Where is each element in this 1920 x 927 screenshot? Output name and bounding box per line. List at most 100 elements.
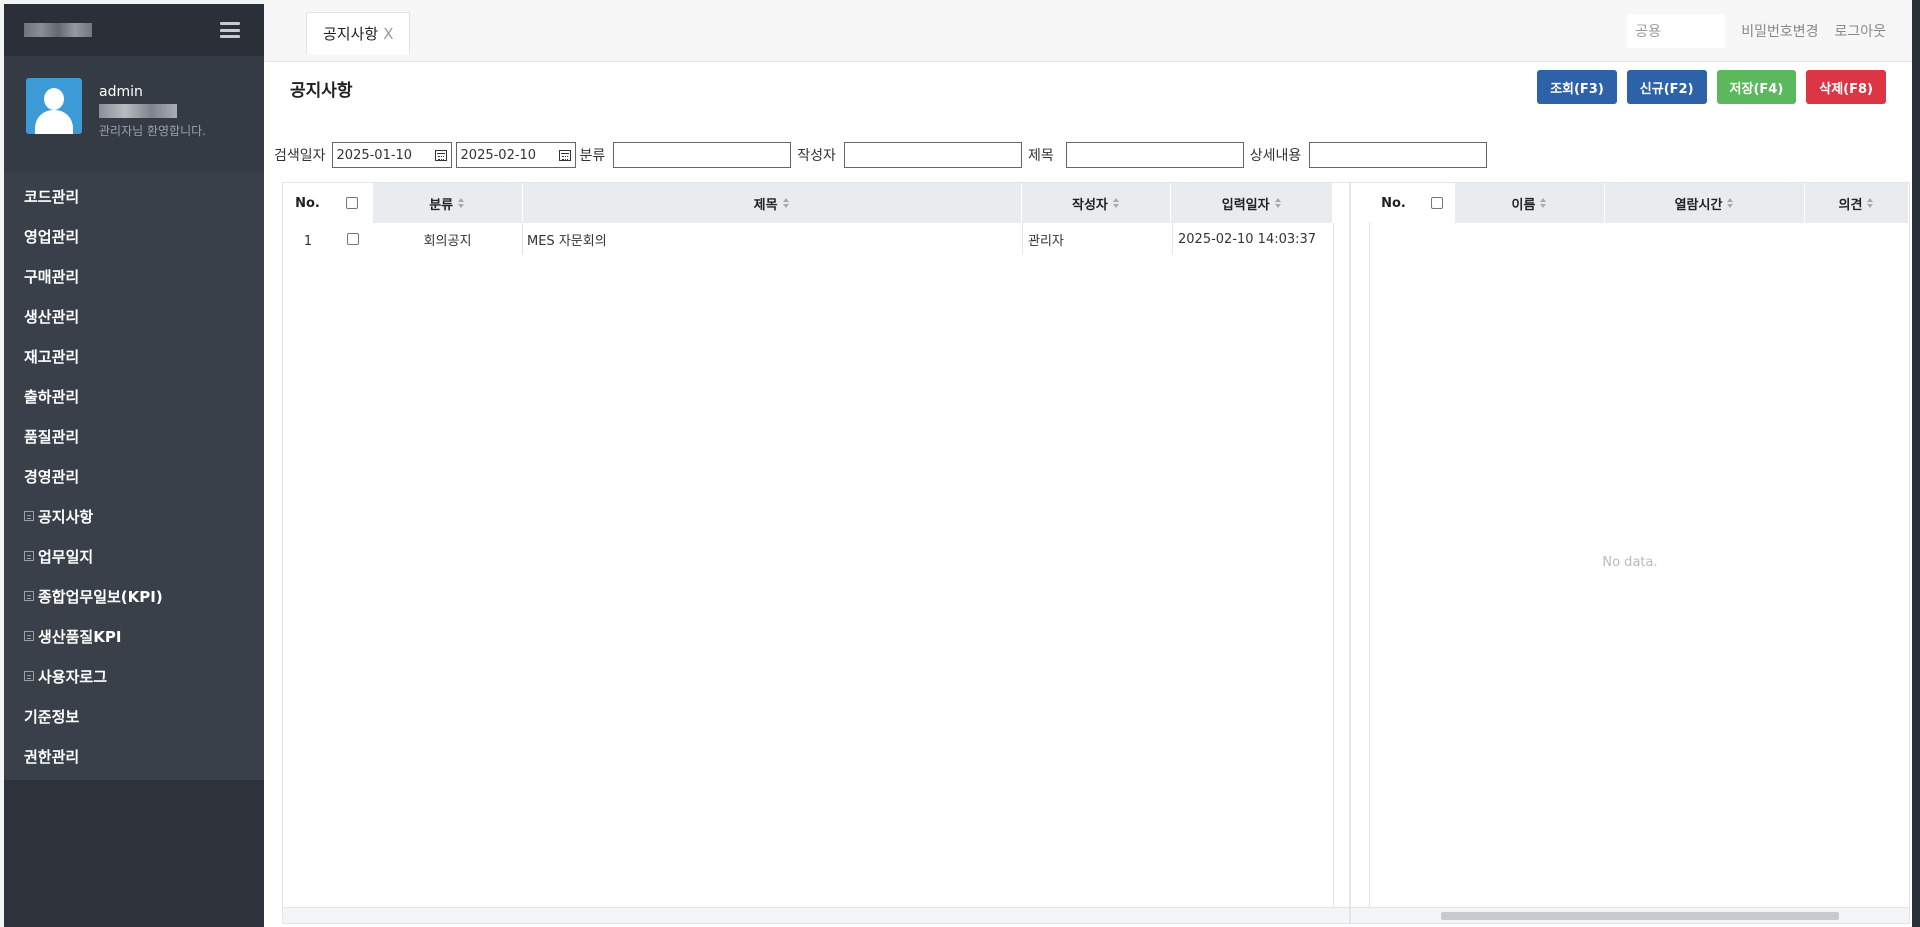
sidebar-item-7[interactable]: 경영관리 (4, 456, 264, 496)
sidebar-item-label: 기준정보 (24, 707, 80, 726)
sidebar-item-13[interactable]: 기준정보 (4, 696, 264, 736)
header-read-time[interactable]: 열람시간 (1605, 183, 1805, 223)
submenu-icon (24, 551, 34, 561)
submenu-icon (24, 671, 34, 681)
date-from-input[interactable]: 2025-01-10 (331, 142, 452, 168)
main-content: 공지사항 X 공용 비밀번호변경 로그아웃 공지사항 조회(F3) 신규(F2)… (264, 0, 1912, 927)
select-all-checkbox[interactable] (346, 197, 359, 209)
cell-category: 회의공지 (373, 223, 523, 255)
calendar-icon[interactable] (558, 149, 571, 161)
header-no: No. (1369, 183, 1419, 223)
sort-icon (782, 198, 790, 208)
sidebar-item-label: 출하관리 (24, 387, 80, 406)
date-to-value: 2025-02-10 (460, 147, 537, 163)
tab-close-button[interactable]: X (383, 25, 393, 43)
top-bar: 공지사항 X 공용 비밀번호변경 로그아웃 (264, 0, 1912, 62)
notice-grid-body: 1 회의공지 MES 자문회의 관리자 2025-02-10 14:03:37 (283, 223, 1349, 255)
horizontal-scrollbar[interactable] (283, 907, 1349, 923)
date-label: 검색일자 (274, 148, 326, 164)
header-no: No. (283, 183, 333, 223)
table-row[interactable]: 1 회의공지 MES 자문회의 관리자 2025-02-10 14:03:37 (283, 223, 1349, 255)
sidebar-item-11[interactable]: 생산품질KPI (4, 616, 264, 656)
sidebar-item-2[interactable]: 구매관리 (4, 256, 264, 296)
sidebar-item-8[interactable]: 공지사항 (4, 496, 264, 536)
subject-label: 제목 (1027, 148, 1054, 164)
sidebar-menu: 코드관리영업관리구매관리생산관리재고관리출하관리품질관리경영관리공지사항업무일지… (4, 172, 264, 780)
sidebar-item-label: 공지사항 (38, 507, 94, 526)
header-date-label: 입력일자 (1221, 197, 1270, 213)
sidebar-item-label: 권한관리 (24, 747, 80, 766)
tab-notice[interactable]: 공지사항 X (306, 12, 411, 54)
header-author[interactable]: 작성자 (1021, 183, 1172, 223)
tab-label: 공지사항 (323, 25, 379, 43)
user-welcome: 관리자님 환영합니다. (99, 124, 206, 138)
author-input[interactable] (843, 142, 1022, 168)
menu-toggle-icon[interactable] (220, 22, 240, 38)
user-name: admin (99, 84, 143, 100)
header-opinion-label: 의견 (1838, 197, 1863, 213)
header-checkbox-cell (333, 183, 373, 223)
sidebar-item-12[interactable]: 사용자로그 (4, 656, 264, 696)
search-button[interactable]: 조회(F3) (1537, 70, 1617, 104)
delete-button[interactable]: 삭제(F8) (1806, 70, 1886, 104)
header-author-label: 작성자 (1072, 197, 1108, 213)
subject-input[interactable] (1065, 142, 1244, 168)
calendar-icon[interactable] (434, 149, 447, 161)
action-buttons: 조회(F3) 신규(F2) 저장(F4) 삭제(F8) (1537, 70, 1886, 104)
change-password-link[interactable]: 비밀번호변경 (1741, 21, 1818, 41)
sidebar-item-label: 품질관리 (24, 427, 80, 446)
header-date[interactable]: 입력일자 (1171, 183, 1334, 223)
header-spacer (1333, 183, 1349, 223)
sidebar-item-label: 구매관리 (24, 267, 80, 286)
cell-date: 2025-02-10 14:03:37 (1178, 231, 1317, 247)
sort-icon (1727, 198, 1734, 208)
date-to-input[interactable]: 2025-02-10 (455, 142, 576, 168)
sidebar-item-1[interactable]: 영업관리 (4, 216, 264, 256)
sidebar-item-label: 영업관리 (24, 227, 80, 246)
sidebar-item-label: 종합업무일보(KPI) (38, 587, 163, 606)
row-checkbox[interactable] (347, 233, 359, 245)
column-divider (1333, 223, 1334, 907)
sidebar-item-5[interactable]: 출하관리 (4, 376, 264, 416)
sort-icon (458, 198, 465, 208)
brand-bar (4, 4, 264, 56)
avatar (26, 78, 82, 134)
logout-link[interactable]: 로그아웃 (1834, 21, 1886, 41)
cell-no: 1 (303, 233, 313, 249)
header-subject[interactable]: 제목 (522, 183, 1022, 223)
header-category[interactable]: 분류 (372, 183, 523, 223)
select-all-checkbox[interactable] (1430, 197, 1443, 209)
sort-icon (1540, 198, 1547, 208)
detail-input[interactable] (1309, 142, 1488, 168)
sort-icon (1112, 198, 1120, 208)
sidebar-item-4[interactable]: 재고관리 (4, 336, 264, 376)
cell-checkbox (333, 223, 373, 255)
new-button[interactable]: 신규(F2) (1626, 70, 1707, 104)
header-opinion[interactable]: 의견 (1805, 183, 1909, 223)
author-label: 작성자 (797, 148, 836, 164)
submenu-icon (24, 511, 34, 521)
public-field[interactable]: 공용 (1627, 14, 1726, 48)
page-scrollbar[interactable] (1912, 0, 1920, 927)
cell-author: 관리자 (1023, 223, 1173, 255)
readers-grid: No. 이름 열람시간 의견 No data. (1350, 182, 1910, 924)
header-spacer (1351, 183, 1369, 223)
date-from-value: 2025-01-10 (336, 147, 413, 163)
sidebar-item-label: 생산관리 (24, 307, 80, 326)
sidebar-item-10[interactable]: 종합업무일보(KPI) (4, 576, 264, 616)
sidebar-item-6[interactable]: 품질관리 (4, 416, 264, 456)
sidebar-item-9[interactable]: 업무일지 (4, 536, 264, 576)
save-button[interactable]: 저장(F4) (1716, 70, 1797, 104)
horizontal-scrollbar[interactable] (1351, 907, 1909, 923)
header-name[interactable]: 이름 (1455, 183, 1605, 223)
sidebar-item-label: 사용자로그 (38, 667, 108, 686)
sidebar-item-14[interactable]: 권한관리 (4, 736, 264, 776)
logo (24, 23, 92, 37)
scrollbar-thumb[interactable] (1441, 912, 1839, 920)
sidebar-item-0[interactable]: 코드관리 (4, 176, 264, 216)
category-input[interactable] (613, 142, 792, 168)
header-name-label: 이름 (1511, 197, 1536, 213)
user-panel: admin 관리자님 환영합니다. (4, 56, 264, 172)
sidebar-item-3[interactable]: 생산관리 (4, 296, 264, 336)
top-right-links: 공용 비밀번호변경 로그아웃 (1627, 14, 1886, 48)
